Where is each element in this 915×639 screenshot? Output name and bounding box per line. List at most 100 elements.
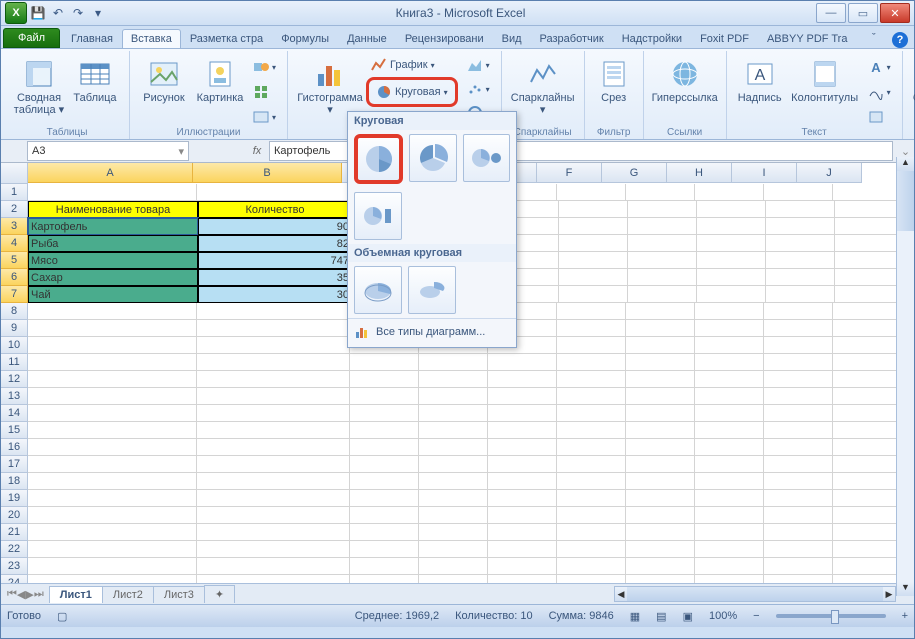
cell[interactable]: [28, 439, 197, 456]
row-header[interactable]: 2: [1, 201, 28, 218]
excel-icon[interactable]: X: [5, 2, 27, 24]
cell[interactable]: [559, 286, 628, 303]
cell[interactable]: [488, 490, 557, 507]
histogram-button[interactable]: Гистограмма ▾: [294, 53, 366, 119]
row-header[interactable]: 3: [1, 218, 28, 235]
zoom-out-icon[interactable]: −: [753, 610, 759, 622]
cell[interactable]: [419, 541, 488, 558]
cell[interactable]: [835, 218, 904, 235]
cell[interactable]: [835, 201, 904, 218]
pie-2d-option[interactable]: [354, 134, 403, 184]
scroll-left-icon[interactable]: ◀: [615, 587, 627, 601]
cell[interactable]: [559, 269, 628, 286]
save-icon[interactable]: 💾: [29, 4, 47, 22]
next-sheet-icon[interactable]: ▶: [25, 588, 33, 601]
pie-chart-button[interactable]: Круговая▾: [366, 77, 458, 107]
cell[interactable]: [488, 439, 557, 456]
cell[interactable]: [764, 184, 833, 201]
cell[interactable]: [28, 473, 197, 490]
ribbon-tab[interactable]: Главная: [62, 29, 122, 48]
row-header[interactable]: 8: [1, 303, 28, 320]
cell[interactable]: [197, 439, 350, 456]
cell[interactable]: [626, 320, 695, 337]
cell[interactable]: [197, 354, 350, 371]
cell[interactable]: [833, 575, 902, 583]
cell[interactable]: [626, 337, 695, 354]
pie-exploded-option[interactable]: [409, 134, 456, 182]
cell[interactable]: Сахар: [28, 269, 198, 286]
cell[interactable]: [628, 286, 697, 303]
screenshot-button[interactable]: ▾: [248, 105, 281, 129]
cell[interactable]: [833, 541, 902, 558]
cell[interactable]: [559, 235, 628, 252]
sheet-tab[interactable]: Лист1: [49, 586, 103, 603]
cell[interactable]: [557, 405, 626, 422]
cell[interactable]: [764, 388, 833, 405]
cell[interactable]: [835, 252, 904, 269]
wordart-button[interactable]: A▾: [863, 55, 896, 79]
cell[interactable]: 35: [198, 269, 352, 286]
row-header[interactable]: 6: [1, 269, 28, 286]
cell[interactable]: [197, 575, 350, 583]
cell[interactable]: [350, 439, 419, 456]
cell[interactable]: [697, 269, 766, 286]
cell[interactable]: [833, 184, 902, 201]
cell[interactable]: [833, 456, 902, 473]
cell[interactable]: [488, 473, 557, 490]
cell[interactable]: [419, 558, 488, 575]
cell[interactable]: [350, 524, 419, 541]
cell[interactable]: [197, 507, 350, 524]
cell[interactable]: 30: [198, 286, 352, 303]
cell[interactable]: [419, 405, 488, 422]
cell[interactable]: [557, 371, 626, 388]
cell[interactable]: [197, 371, 350, 388]
row-header[interactable]: 24: [1, 575, 28, 583]
sheet-tab[interactable]: Лист3: [153, 586, 205, 603]
cell[interactable]: [350, 456, 419, 473]
cell[interactable]: [626, 575, 695, 583]
column-header[interactable]: H: [667, 163, 732, 183]
vertical-scrollbar[interactable]: ▲ ▼: [896, 157, 914, 596]
view-pagebreak-icon[interactable]: ▣: [683, 610, 693, 623]
row-header[interactable]: 23: [1, 558, 28, 575]
all-chart-types-button[interactable]: Все типы диаграмм...: [348, 318, 516, 345]
cell[interactable]: [695, 456, 764, 473]
cell[interactable]: [28, 354, 197, 371]
cell[interactable]: [419, 456, 488, 473]
cell[interactable]: Чай: [28, 286, 198, 303]
row-header[interactable]: 20: [1, 507, 28, 524]
shapes-button[interactable]: ▾: [248, 55, 281, 79]
cell[interactable]: [557, 524, 626, 541]
maximize-button[interactable]: ▭: [848, 3, 878, 23]
zoom-level[interactable]: 100%: [709, 610, 737, 622]
cell[interactable]: [28, 337, 197, 354]
cell[interactable]: [557, 184, 626, 201]
cell[interactable]: [766, 269, 835, 286]
cell[interactable]: [626, 354, 695, 371]
first-sheet-icon[interactable]: ⏮: [7, 588, 17, 601]
line-chart-button[interactable]: График▾: [366, 53, 458, 77]
cell[interactable]: [626, 405, 695, 422]
cell[interactable]: [488, 354, 557, 371]
ribbon-tab[interactable]: Разработчик: [531, 29, 613, 48]
file-tab[interactable]: Файл: [3, 28, 60, 48]
row-header[interactable]: 9: [1, 320, 28, 337]
cell[interactable]: [488, 575, 557, 583]
cell[interactable]: [419, 354, 488, 371]
textbox-button[interactable]: A Надпись: [733, 53, 787, 107]
cell[interactable]: [764, 507, 833, 524]
column-header[interactable]: B: [193, 163, 342, 183]
cell[interactable]: [626, 439, 695, 456]
cell[interactable]: [628, 218, 697, 235]
cell[interactable]: [557, 354, 626, 371]
cell[interactable]: [695, 388, 764, 405]
ribbon-tab[interactable]: Разметка стра: [181, 29, 272, 48]
row-header[interactable]: 1: [1, 184, 28, 201]
cell[interactable]: [833, 422, 902, 439]
row-header[interactable]: 18: [1, 473, 28, 490]
cell[interactable]: [350, 541, 419, 558]
scroll-right-icon[interactable]: ▶: [883, 587, 895, 601]
minimize-button[interactable]: —: [816, 3, 846, 23]
prev-sheet-icon[interactable]: ◀: [17, 588, 25, 601]
cell[interactable]: [835, 235, 904, 252]
